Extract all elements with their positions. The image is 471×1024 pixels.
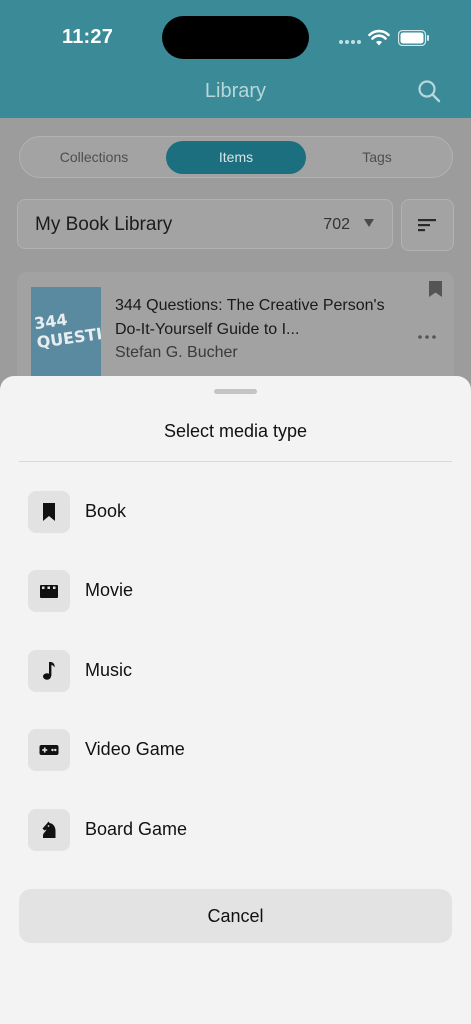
cancel-button[interactable]: Cancel [19, 889, 452, 943]
music-note-icon [43, 662, 55, 680]
cellular-signal-icon [339, 40, 361, 46]
tab-collections[interactable]: Collections [24, 141, 164, 174]
bookmark-icon[interactable] [428, 280, 443, 298]
caret-down-icon [364, 219, 374, 227]
navigation-bar: Library [0, 66, 471, 118]
option-video-game[interactable]: Video Game [19, 720, 452, 780]
library-name: My Book Library [35, 214, 173, 235]
status-time: 11:27 [62, 26, 114, 48]
divider [19, 461, 452, 462]
battery-icon [398, 30, 429, 46]
search-icon[interactable] [416, 78, 442, 104]
status-bar: 11:27 [0, 0, 471, 66]
library-item-count: 702 [323, 216, 350, 233]
tab-items[interactable]: Items [166, 141, 306, 174]
option-music[interactable]: Music [19, 641, 452, 701]
clapperboard-icon [40, 585, 58, 598]
sheet-title: Select media type [163, 421, 308, 441]
option-book[interactable]: Book [19, 482, 452, 542]
gamepad-icon [39, 745, 59, 755]
library-picker[interactable]: My Book Library 702 [17, 199, 393, 249]
tab-tags[interactable]: Tags [307, 141, 447, 174]
wifi-icon [368, 29, 390, 46]
option-label: Board Game [85, 819, 188, 839]
item-title: 344 Questions: The Creative Person's Do-… [115, 297, 385, 338]
segmented-control: Collections Items Tags [19, 136, 453, 178]
book-cover: 344 QUESTIONS [31, 287, 101, 387]
more-icon[interactable] [417, 334, 437, 340]
cover-title: 344 QUESTIONS [32, 309, 101, 353]
option-label: Video Game [85, 739, 185, 759]
bookmark-icon [43, 503, 55, 521]
option-label: Movie [85, 580, 134, 600]
chess-knight-icon [42, 821, 56, 838]
item-author: Stefan G. Bucher [115, 344, 238, 361]
sheet-grabber[interactable] [214, 389, 257, 394]
option-label: Music [85, 660, 133, 680]
sort-icon [418, 219, 436, 232]
page-title: Library [204, 80, 267, 102]
option-board-game[interactable]: Board Game [19, 800, 452, 860]
sort-button[interactable] [401, 199, 454, 251]
option-label: Book [85, 501, 127, 521]
media-type-sheet: Select media type Book Movie Music Video… [0, 376, 471, 1024]
option-movie[interactable]: Movie [19, 561, 452, 621]
dynamic-island [162, 16, 309, 59]
